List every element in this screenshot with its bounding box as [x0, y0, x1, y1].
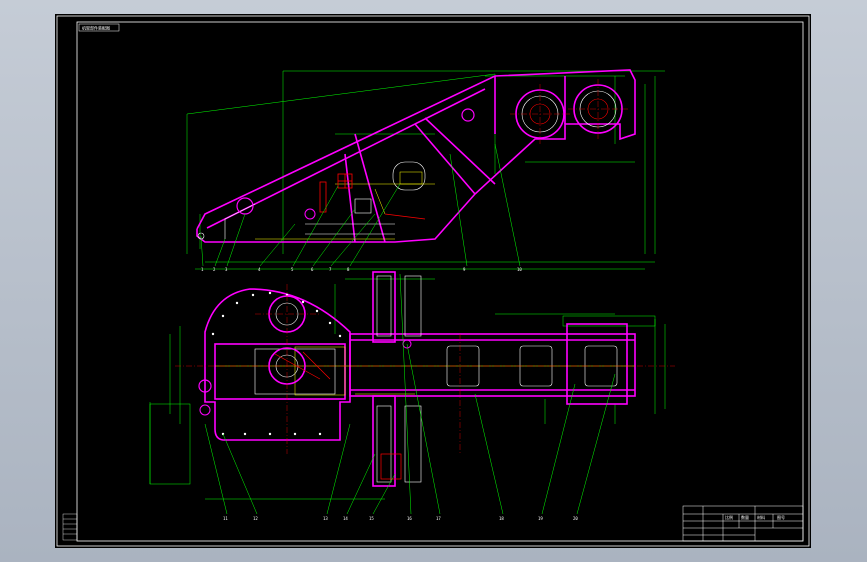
- plan-callout: 20: [573, 516, 578, 521]
- plan-callout: 19: [538, 516, 543, 521]
- plan-callout: 18: [499, 516, 504, 521]
- outer-frame: [56, 15, 810, 547]
- side-callout: 5: [291, 267, 294, 272]
- side-callout: 3: [225, 267, 228, 272]
- title-tag-text: 机架部件装配图: [82, 25, 110, 31]
- plan-callout: 13: [323, 516, 328, 521]
- title-block-cell: 图号: [777, 514, 785, 520]
- side-view: 1 2 3 4 5 6 7 8 9 10: [186, 69, 665, 272]
- side-callout: 9: [463, 267, 466, 272]
- plan-callout: 11: [223, 516, 228, 521]
- side-callout: 2: [213, 267, 216, 272]
- drawing-canvas[interactable]: 机架部件装配图 1 2 3 4 5 6 7 8 9 10 11 12 13 14…: [55, 14, 811, 548]
- revision-strip: [62, 513, 78, 541]
- plan-callout: 14: [343, 516, 348, 521]
- cad-drawing: 机架部件装配图 1 2 3 4 5 6 7 8 9 10 11 12 13 14…: [56, 15, 810, 547]
- title-tag: 机架部件装配图: [78, 23, 120, 32]
- plan-inner-details: [254, 275, 618, 483]
- plan-callout: 17: [436, 516, 441, 521]
- side-callout: 1: [201, 267, 204, 272]
- plan-callout: 16: [407, 516, 412, 521]
- title-block-cell: 比例: [725, 514, 733, 520]
- side-callout: 4: [258, 267, 261, 272]
- plan-view: 11 12 13 14 15 16 17 18 19 20: [149, 271, 675, 521]
- plan-callout: 12: [253, 516, 258, 521]
- side-callout: 8: [347, 267, 350, 272]
- side-callout: 7: [329, 267, 332, 272]
- side-callout: 10: [517, 267, 522, 272]
- title-block: 比例 数量 材料 图号: [682, 505, 804, 542]
- plan-frame-outline: [204, 271, 636, 487]
- title-block-cell: 材料: [757, 514, 765, 520]
- plan-dimensions: [149, 278, 666, 500]
- title-block-cell: 数量: [741, 514, 749, 520]
- side-callout: 6: [311, 267, 314, 272]
- plan-callout: 15: [369, 516, 374, 521]
- side-inner-details: [224, 161, 426, 239]
- plan-hidden-lines: [215, 346, 635, 396]
- side-frame-outline: [196, 69, 636, 243]
- inner-frame: [76, 21, 804, 542]
- plan-red-parts: [274, 351, 402, 480]
